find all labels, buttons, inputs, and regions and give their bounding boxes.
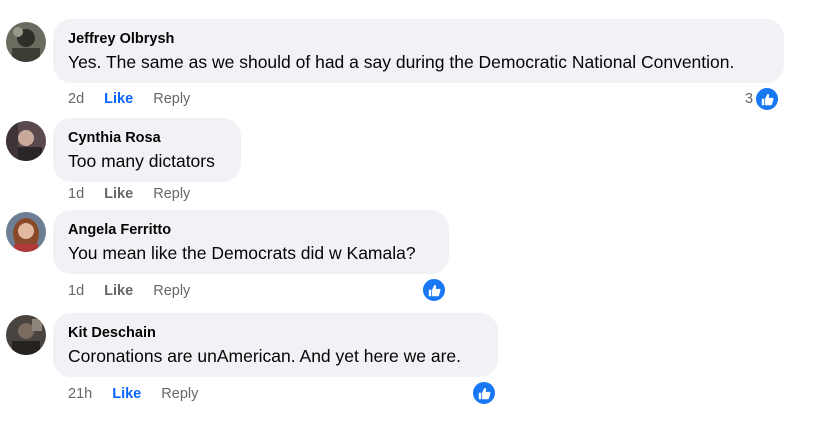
thumbs-up-icon bbox=[471, 380, 497, 406]
comment-author[interactable]: Angela Ferritto bbox=[68, 221, 434, 239]
comment-bubble: Kit Deschain Coronations are unAmerican.… bbox=[53, 313, 498, 377]
comment-bubble: Jeffrey Olbrysh Yes. The same as we shou… bbox=[53, 19, 784, 83]
comment-time[interactable]: 2d bbox=[68, 90, 84, 108]
like-button[interactable]: Like bbox=[112, 385, 141, 403]
avatar[interactable] bbox=[6, 121, 46, 161]
reply-button[interactable]: Reply bbox=[161, 385, 198, 403]
comment-actions: 2d Like Reply bbox=[68, 90, 206, 108]
like-button[interactable]: Like bbox=[104, 185, 133, 203]
reply-button[interactable]: Reply bbox=[153, 90, 190, 108]
comment-text: Yes. The same as we should of had a say … bbox=[68, 52, 735, 72]
avatar[interactable] bbox=[6, 212, 46, 252]
comment-time[interactable]: 1d bbox=[68, 282, 84, 300]
comment-actions: 1d Like Reply bbox=[68, 282, 206, 300]
comment-time[interactable]: 21h bbox=[68, 385, 92, 403]
thumbs-up-icon bbox=[754, 86, 781, 112]
reaction-summary[interactable] bbox=[471, 380, 497, 406]
comment-bubble: Angela Ferritto You mean like the Democr… bbox=[53, 210, 449, 274]
like-button[interactable]: Like bbox=[104, 90, 133, 108]
reaction-count: 3 bbox=[745, 91, 754, 107]
comment-actions: 21h Like Reply bbox=[68, 385, 214, 403]
avatar[interactable] bbox=[6, 22, 46, 62]
comment-time[interactable]: 1d bbox=[68, 185, 84, 203]
reply-button[interactable]: Reply bbox=[153, 185, 190, 203]
avatar[interactable] bbox=[6, 315, 46, 355]
comment-bubble: Cynthia Rosa Too many dictators bbox=[53, 118, 241, 182]
comment-author[interactable]: Jeffrey Olbrysh bbox=[68, 30, 769, 48]
comment-text: Too many dictators bbox=[68, 151, 215, 171]
comment-author[interactable]: Kit Deschain bbox=[68, 324, 483, 342]
comment-text: Coronations are unAmerican. And yet here… bbox=[68, 346, 461, 366]
like-button[interactable]: Like bbox=[104, 282, 133, 300]
comment-text: You mean like the Democrats did w Kamala… bbox=[68, 243, 416, 263]
reply-button[interactable]: Reply bbox=[153, 282, 190, 300]
comment-author[interactable]: Cynthia Rosa bbox=[68, 129, 226, 147]
reaction-summary[interactable] bbox=[421, 277, 447, 303]
reaction-summary[interactable]: 3 bbox=[745, 86, 781, 112]
thumbs-up-icon bbox=[421, 277, 447, 303]
comment-actions: 1d Like Reply bbox=[68, 185, 206, 203]
